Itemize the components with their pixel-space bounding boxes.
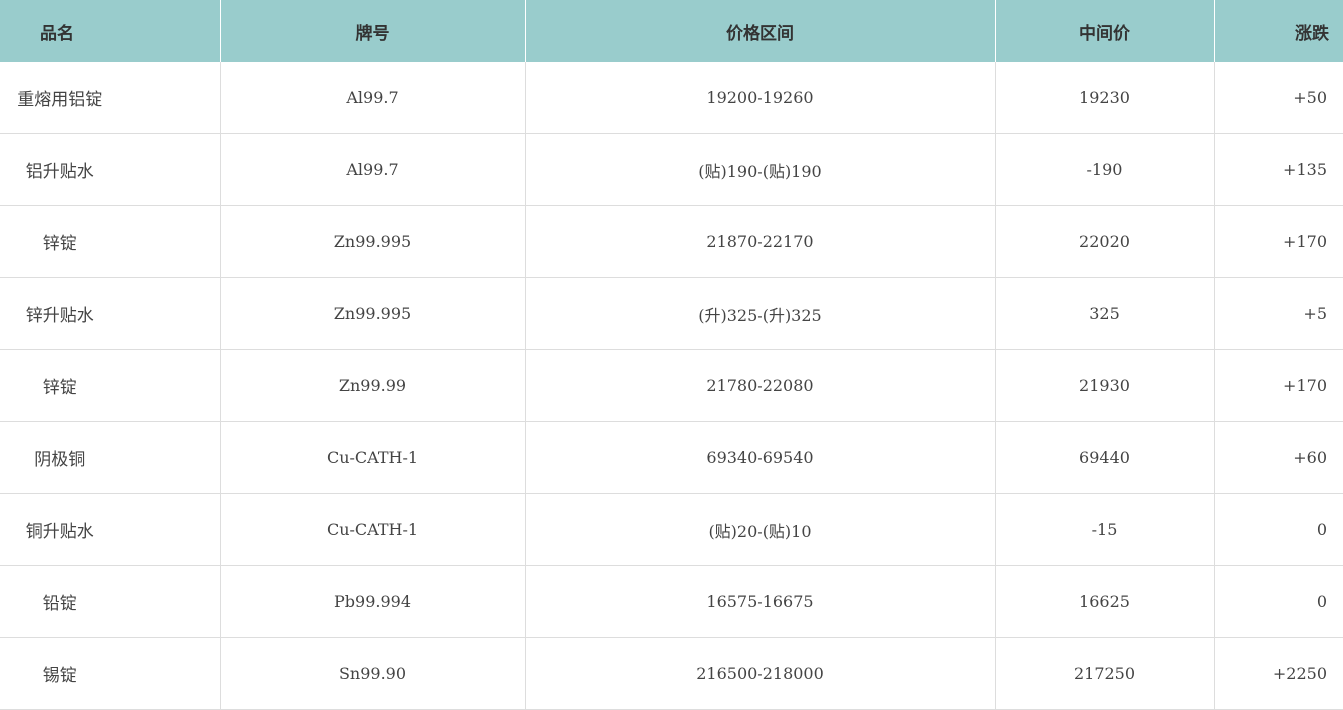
cell-change: +170 xyxy=(1214,205,1343,278)
cell-name: 铝升贴水 xyxy=(0,133,221,206)
cell-range: 21870-22170 xyxy=(525,205,996,278)
cell-name: 锡锭 xyxy=(0,637,221,710)
table-header: 品名 牌号 价格区间 中间价 涨跌 xyxy=(0,0,1343,62)
cell-mid: 19230 xyxy=(995,62,1215,134)
cell-mid: 217250 xyxy=(995,637,1215,710)
cell-change: +135 xyxy=(1214,133,1343,206)
cell-mid: 22020 xyxy=(995,205,1215,278)
cell-grade: Sn99.90 xyxy=(220,637,526,710)
header-grade: 牌号 xyxy=(220,0,526,62)
cell-name: 铅锭 xyxy=(0,565,221,638)
cell-grade: Zn99.99 xyxy=(220,349,526,422)
cell-change: 0 xyxy=(1214,565,1343,638)
table-row: 铅锭 Pb99.994 16575-16675 16625 0 xyxy=(0,565,1343,638)
cell-change: 0 xyxy=(1214,493,1343,566)
cell-change: +2250 xyxy=(1214,637,1343,710)
header-change: 涨跌 xyxy=(1214,0,1343,62)
table-row: 锌锭 Zn99.99 21780-22080 21930 +170 xyxy=(0,349,1343,422)
cell-name: 锌锭 xyxy=(0,349,221,422)
cell-change: +50 xyxy=(1214,62,1343,134)
cell-name: 铜升贴水 xyxy=(0,493,221,566)
cell-change: +60 xyxy=(1214,421,1343,494)
cell-name: 锌升贴水 xyxy=(0,277,221,350)
table-row: 锌升贴水 Zn99.995 (升)325-(升)325 325 +5 xyxy=(0,277,1343,350)
cell-mid: 16625 xyxy=(995,565,1215,638)
cell-mid: 21930 xyxy=(995,349,1215,422)
cell-name: 重熔用铝锭 xyxy=(0,62,221,134)
table-body: 重熔用铝锭 Al99.7 19200-19260 19230 +50 铝升贴水 … xyxy=(0,62,1343,710)
cell-grade: Pb99.994 xyxy=(220,565,526,638)
cell-grade: Zn99.995 xyxy=(220,205,526,278)
cell-range: 21780-22080 xyxy=(525,349,996,422)
header-name: 品名 xyxy=(0,0,221,62)
cell-grade: Cu-CATH-1 xyxy=(220,421,526,494)
header-row: 品名 牌号 价格区间 中间价 涨跌 xyxy=(0,0,1343,62)
cell-mid: 69440 xyxy=(995,421,1215,494)
table-row: 锡锭 Sn99.90 216500-218000 217250 +2250 xyxy=(0,637,1343,710)
header-mid: 中间价 xyxy=(995,0,1215,62)
cell-mid: 325 xyxy=(995,277,1215,350)
table-row: 重熔用铝锭 Al99.7 19200-19260 19230 +50 xyxy=(0,62,1343,134)
cell-range: (贴)20-(贴)10 xyxy=(525,493,996,566)
cell-mid: -190 xyxy=(995,133,1215,206)
price-table: 品名 牌号 价格区间 中间价 涨跌 重熔用铝锭 Al99.7 19200-192… xyxy=(0,0,1343,710)
cell-name: 阴极铜 xyxy=(0,421,221,494)
header-range: 价格区间 xyxy=(525,0,996,62)
cell-range: 216500-218000 xyxy=(525,637,996,710)
cell-range: 19200-19260 xyxy=(525,62,996,134)
cell-mid: -15 xyxy=(995,493,1215,566)
table-row: 铜升贴水 Cu-CATH-1 (贴)20-(贴)10 -15 0 xyxy=(0,493,1343,566)
cell-range: 69340-69540 xyxy=(525,421,996,494)
table-row: 锌锭 Zn99.995 21870-22170 22020 +170 xyxy=(0,205,1343,278)
cell-range: (贴)190-(贴)190 xyxy=(525,133,996,206)
cell-grade: Al99.7 xyxy=(220,62,526,134)
cell-grade: Zn99.995 xyxy=(220,277,526,350)
cell-name: 锌锭 xyxy=(0,205,221,278)
cell-grade: Cu-CATH-1 xyxy=(220,493,526,566)
cell-change: +170 xyxy=(1214,349,1343,422)
cell-range: 16575-16675 xyxy=(525,565,996,638)
cell-range: (升)325-(升)325 xyxy=(525,277,996,350)
cell-change: +5 xyxy=(1214,277,1343,350)
table-row: 阴极铜 Cu-CATH-1 69340-69540 69440 +60 xyxy=(0,421,1343,494)
table-row: 铝升贴水 Al99.7 (贴)190-(贴)190 -190 +135 xyxy=(0,133,1343,206)
cell-grade: Al99.7 xyxy=(220,133,526,206)
